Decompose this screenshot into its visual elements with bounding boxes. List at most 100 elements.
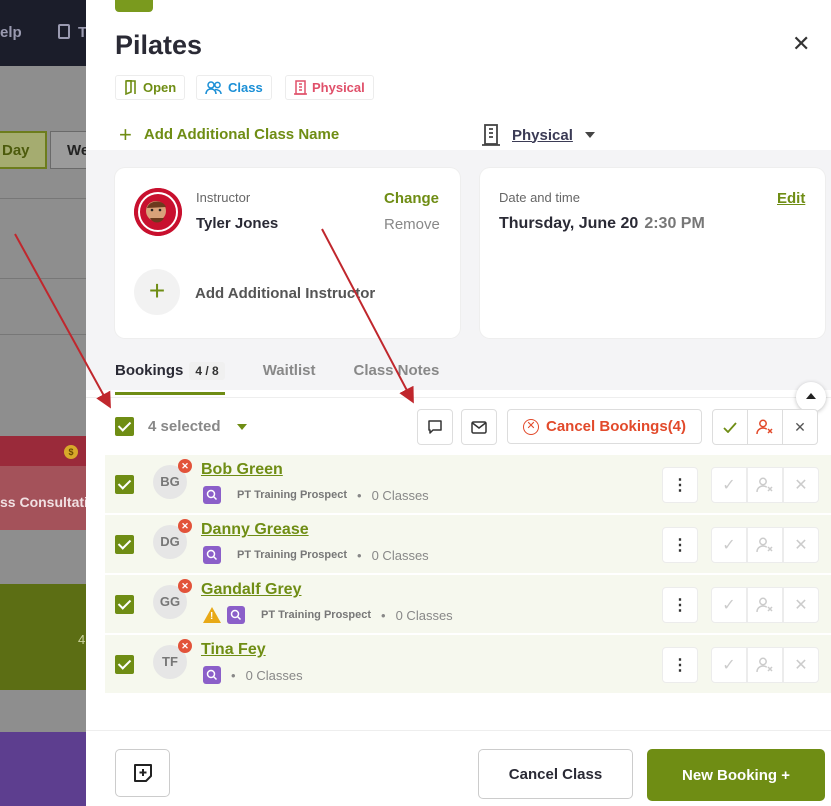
remove-instructor-link[interactable]: Remove xyxy=(384,216,440,233)
background-event-number: 4 xyxy=(78,632,86,647)
close-icon[interactable]: ✕ xyxy=(178,579,192,593)
row-checkbox[interactable] xyxy=(115,475,134,494)
chevron-down-icon[interactable] xyxy=(237,424,247,430)
remove-booking-button[interactable]: ✕ xyxy=(783,587,819,623)
row-checkbox[interactable] xyxy=(115,535,134,554)
remove-booking-button[interactable]: ✕ xyxy=(783,647,819,683)
separator-dot: • xyxy=(357,547,362,563)
message-button[interactable] xyxy=(417,409,453,445)
table-row: DG ✕ Danny Grease PT Training Prospect • … xyxy=(105,515,831,575)
new-booking-button[interactable]: New Booking + xyxy=(647,749,825,801)
more-options-button[interactable]: ⋮ xyxy=(662,647,698,683)
close-icon[interactable]: ✕ xyxy=(178,459,192,473)
cancel-class-button[interactable]: Cancel Class xyxy=(478,749,633,799)
physical-tag-label: Physical xyxy=(312,80,365,95)
more-options-button[interactable]: ⋮ xyxy=(662,527,698,563)
close-icon: ✕ xyxy=(794,477,808,494)
add-instructor-label[interactable]: Add Additional Instructor xyxy=(195,285,375,302)
background-event-green: 4 xyxy=(0,584,86,690)
class-tag-label: Class xyxy=(228,80,263,95)
chevron-down-icon xyxy=(584,132,595,138)
change-instructor-link[interactable]: Change xyxy=(384,190,439,207)
mail-icon xyxy=(471,420,487,434)
scroll-up-button[interactable] xyxy=(796,382,826,412)
booking-tabs: Bookings 4 / 8 Waitlist Class Notes xyxy=(115,362,439,395)
no-show-button[interactable] xyxy=(747,587,783,623)
cancel-bookings-button[interactable]: ✕ Cancel Bookings(4) xyxy=(507,409,702,444)
select-all-checkbox[interactable] xyxy=(115,417,134,436)
client-name-link[interactable]: Tina Fey xyxy=(201,641,266,659)
bulk-no-show-button[interactable] xyxy=(747,409,783,445)
separator-dot: • xyxy=(231,667,236,683)
prospect-search-icon xyxy=(227,606,245,624)
separator-dot: • xyxy=(357,487,362,503)
client-meta: PT Training Prospect • 0 Classes xyxy=(203,546,429,564)
client-name-link[interactable]: Gandalf Grey xyxy=(201,581,301,599)
class-tag: Class xyxy=(196,75,272,100)
location-dropdown[interactable]: Physical xyxy=(482,124,595,146)
class-count: 0 Classes xyxy=(371,547,429,563)
client-name-link[interactable]: Danny Grease xyxy=(201,521,309,539)
edit-datetime-link[interactable]: Edit xyxy=(777,190,805,207)
background-calendar: elp T Day We $ ss Consultatio 4 xyxy=(0,0,86,806)
add-note-button[interactable] xyxy=(115,749,170,797)
bookings-list: BG ✕ Bob Green PT Training Prospect • 0 C… xyxy=(105,455,831,695)
tab-class-notes[interactable]: Class Notes xyxy=(353,362,439,395)
top-status-bar xyxy=(115,0,153,12)
avatar: BG ✕ xyxy=(153,459,192,499)
check-in-button[interactable]: ✓ xyxy=(711,647,747,683)
prospect-label: PT Training Prospect xyxy=(237,489,348,501)
no-show-button[interactable] xyxy=(747,527,783,563)
panel-footer: Cancel Class New Booking + xyxy=(86,730,831,806)
more-options-button[interactable]: ⋮ xyxy=(662,467,698,503)
client-name-link[interactable]: Bob Green xyxy=(201,461,283,479)
no-show-button[interactable] xyxy=(747,647,783,683)
table-row: GG ✕ Gandalf Grey ! PT Training Prospect … xyxy=(105,575,831,635)
class-count: 0 Classes xyxy=(395,607,453,623)
add-class-name-button[interactable]: + Add Additional Class Name xyxy=(119,123,339,145)
class-detail-panel: Pilates ✕ Open Class Physical + Add Addi… xyxy=(86,0,831,806)
open-tag: Open xyxy=(115,75,186,100)
divider xyxy=(0,278,86,279)
prospect-label: PT Training Prospect xyxy=(237,549,348,561)
note-plus-icon xyxy=(133,764,152,782)
user-x-icon xyxy=(756,477,773,493)
tab-waitlist[interactable]: Waitlist xyxy=(263,362,316,395)
avatar: TF ✕ xyxy=(153,639,192,679)
row-checkbox[interactable] xyxy=(115,595,134,614)
remove-booking-button[interactable]: ✕ xyxy=(783,527,819,563)
close-icon: ✕ xyxy=(794,657,808,674)
check-in-button[interactable]: ✓ xyxy=(711,527,747,563)
remove-booking-button[interactable]: ✕ xyxy=(783,467,819,503)
user-x-icon xyxy=(756,597,773,613)
class-count: 0 Classes xyxy=(371,487,429,503)
date-text: Thursday, June 20 xyxy=(499,215,639,232)
row-checkbox[interactable] xyxy=(115,655,134,674)
close-icon[interactable]: ✕ xyxy=(178,519,192,533)
event-strip: $ xyxy=(0,436,86,466)
close-icon[interactable]: ✕ xyxy=(792,33,810,55)
tab-bookings[interactable]: Bookings 4 / 8 xyxy=(115,362,225,395)
bulk-check-in-button[interactable] xyxy=(712,409,748,445)
add-instructor-button[interactable]: + xyxy=(134,269,180,315)
dollar-icon: $ xyxy=(64,445,78,459)
check-in-button[interactable]: ✓ xyxy=(711,587,747,623)
close-icon[interactable]: ✕ xyxy=(178,639,192,653)
no-show-button[interactable] xyxy=(747,467,783,503)
check-in-button[interactable]: ✓ xyxy=(711,467,747,503)
check-icon: ✓ xyxy=(722,477,736,494)
bulk-remove-button[interactable]: ✕ xyxy=(782,409,818,445)
email-button[interactable] xyxy=(461,409,497,445)
prospect-search-icon xyxy=(203,546,221,564)
instructor-card: Instructor Tyler Jones Change Remove + A… xyxy=(115,168,460,338)
more-options-button[interactable]: ⋮ xyxy=(662,587,698,623)
close-icon: ✕ xyxy=(794,537,808,554)
avatar-initials: DG xyxy=(160,534,180,549)
building-icon xyxy=(294,80,307,95)
location-label: Physical xyxy=(512,126,573,144)
day-view-button: Day xyxy=(0,131,47,169)
tabs-divider xyxy=(86,397,831,398)
check-icon: ✓ xyxy=(722,537,736,554)
selected-count: 4 selected xyxy=(148,418,221,435)
avatar: DG ✕ xyxy=(153,519,192,559)
